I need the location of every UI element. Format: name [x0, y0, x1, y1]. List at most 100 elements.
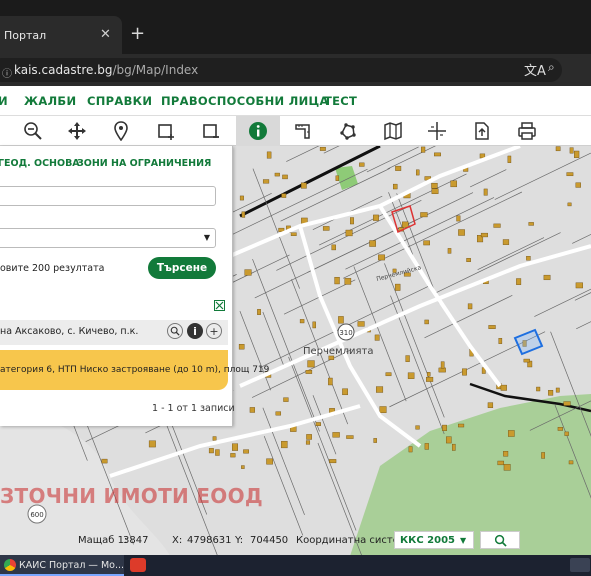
building [523, 358, 530, 363]
search-field[interactable] [0, 186, 216, 206]
results-hint: овите 200 резултата [0, 263, 105, 274]
building [306, 434, 312, 440]
building [393, 183, 398, 190]
tab-restriction-zones[interactable]: ЗОНИ НА ОГРАНИЧЕНИЯ [77, 158, 211, 169]
select-rectangle-icon[interactable] [153, 119, 179, 143]
translate-icon[interactable]: 文A [524, 60, 546, 79]
building [395, 165, 402, 171]
building [507, 430, 515, 437]
building [440, 361, 445, 369]
info-icon[interactable] [245, 119, 271, 143]
building [299, 319, 305, 324]
taskbar-app-icon[interactable] [130, 558, 146, 572]
parcel-line [263, 435, 304, 536]
result-info-icon[interactable]: i [187, 323, 203, 339]
building [266, 151, 272, 159]
building [434, 152, 441, 157]
tab-title: Портал [4, 29, 47, 42]
building [536, 386, 541, 392]
building [555, 146, 561, 152]
parcel-line [574, 292, 591, 301]
tab-geodetic-base[interactable]: ГЕОД. ОСНОВА [0, 158, 80, 169]
draw-polygon-icon[interactable] [335, 119, 361, 143]
building [426, 376, 434, 382]
building [423, 240, 430, 246]
parcel-line [366, 146, 419, 173]
pan-icon[interactable] [64, 119, 90, 143]
nav-item-references[interactable]: СПРАВКИ [87, 94, 152, 108]
building [450, 180, 457, 188]
building [281, 193, 287, 198]
nav-item-home[interactable]: И [0, 94, 8, 108]
building [446, 436, 452, 444]
clear-selection-icon[interactable] [198, 119, 224, 143]
building [493, 223, 501, 228]
building [497, 460, 505, 466]
expand-icon[interactable] [214, 300, 225, 311]
chevron-down-icon: ▼ [460, 536, 467, 545]
coordinates-icon[interactable] [424, 119, 450, 143]
building [458, 229, 465, 236]
search-button[interactable]: Търсене [148, 257, 216, 279]
building [208, 448, 214, 454]
building [241, 211, 246, 218]
add-icon[interactable]: + [206, 323, 222, 339]
map-layers-icon[interactable] [380, 119, 406, 143]
building [405, 355, 410, 362]
building [528, 222, 534, 226]
nav-item-test[interactable]: ТЕСТ [324, 94, 357, 108]
building [332, 432, 340, 438]
highlighted-parcel[interactable] [513, 328, 544, 356]
building [275, 411, 282, 416]
building [555, 387, 560, 393]
building [483, 188, 488, 196]
location-pin-icon[interactable] [108, 119, 134, 143]
url-path: /bg/Map/Index [112, 63, 199, 77]
zoom-out-icon[interactable] [20, 119, 46, 143]
print-icon[interactable] [514, 119, 540, 143]
building [458, 423, 465, 428]
new-tab-icon[interactable]: + [130, 25, 145, 43]
building [408, 446, 413, 453]
building [249, 407, 255, 413]
building [467, 303, 473, 310]
nav-item-complaints[interactable]: ЖАЛБИ [24, 94, 76, 108]
building [241, 465, 245, 469]
building [503, 464, 511, 471]
building [431, 183, 438, 189]
building [335, 175, 340, 181]
search-select[interactable]: ▼ [0, 228, 216, 248]
export-icon[interactable] [469, 119, 495, 143]
parcel-line [477, 237, 545, 270]
building [426, 372, 431, 377]
building [462, 368, 467, 376]
building [331, 244, 336, 251]
building [420, 146, 426, 153]
crs-value: ККС 2005 [400, 535, 455, 546]
building [541, 452, 546, 459]
site-info-icon[interactable]: ⓘ [2, 65, 12, 80]
building [566, 172, 574, 177]
parcel-line [534, 288, 591, 317]
building [312, 321, 316, 329]
zoom-to-icon[interactable] [167, 323, 183, 339]
building [281, 440, 288, 449]
building [548, 390, 554, 396]
nav-item-licensed-persons[interactable]: ПРАВОСПОСОБНИ ЛИЦА [161, 94, 329, 108]
building [342, 388, 348, 396]
parcel-line [280, 167, 391, 222]
browser-zoom-icon[interactable]: ⌕ [548, 60, 555, 75]
building [305, 440, 311, 445]
building [257, 309, 261, 315]
building [344, 278, 352, 285]
building [452, 443, 456, 451]
tray-icon[interactable] [570, 558, 590, 572]
crs-search-button[interactable] [480, 531, 520, 549]
parcel-line [307, 192, 474, 273]
measure-icon[interactable] [290, 119, 316, 143]
tab-close-icon[interactable]: ✕ [100, 27, 111, 42]
building [502, 239, 510, 245]
building [338, 316, 344, 324]
building [376, 386, 384, 393]
building [416, 169, 420, 176]
